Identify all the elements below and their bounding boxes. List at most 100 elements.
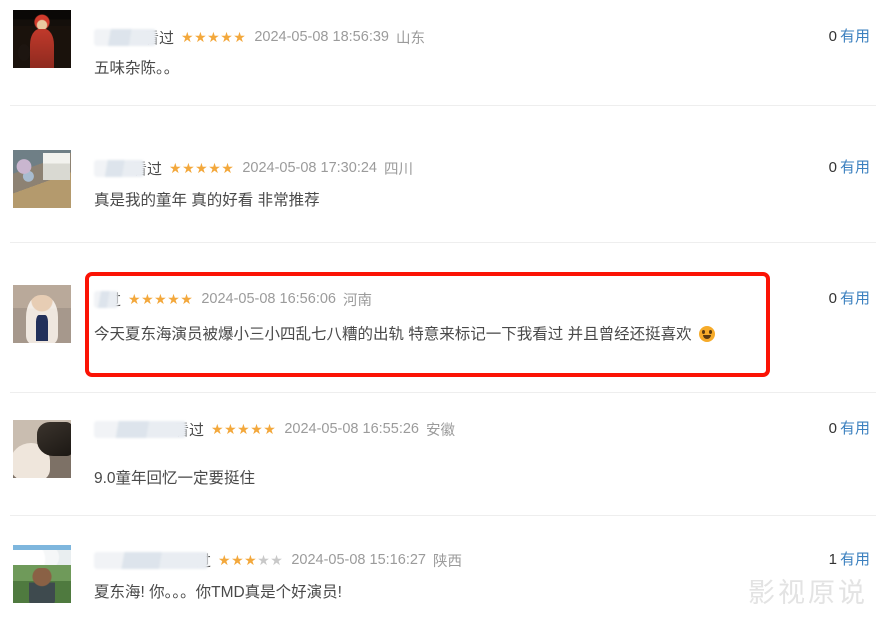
star-filled-icon: ★ — [250, 421, 264, 437]
comment-row[interactable]: 看过 ★★★★★ 2024-05-08 17:30:24 四川 真是我的童年 真的好看 … — [0, 140, 886, 212]
star-empty-icon: ★ — [270, 552, 284, 568]
useful-label[interactable]: 有用 — [840, 290, 870, 307]
comment-region: 四川 — [383, 161, 413, 178]
indoor-scene-avatar — [13, 150, 71, 208]
comment-row[interactable]: 看过 ★★★★★ 2024-05-08 16:55:26 安徽 9.0童年回忆一定要挺住… — [0, 410, 886, 490]
useful-vote[interactable]: 0 有用 — [829, 26, 870, 48]
star-filled-icon: ★ — [244, 552, 258, 568]
star-filled-icon: ★ — [167, 291, 181, 307]
comment-content: 看过 ★★★★★ 2024-05-08 17:30:24 四川 真是我的童年 真的好看 … — [0, 140, 886, 212]
comment-body: 看过 ★★★★★ 2024-05-08 17:30:24 四川 真是我的童年 真的好看 … — [71, 140, 886, 212]
comment-text: 今天夏东海演员被爆小三小四乱七八糟的出轨 特意来标记一下我看过 并且曾经还挺喜欢 — [94, 324, 880, 346]
useful-label[interactable]: 有用 — [840, 420, 870, 437]
star-filled-icon: ★ — [211, 421, 225, 437]
smiley-face-emoji-icon — [698, 326, 715, 342]
row-separator — [10, 105, 876, 106]
star-filled-icon: ★ — [154, 291, 168, 307]
star-filled-icon: ★ — [182, 160, 196, 176]
username-redacted[interactable] — [94, 159, 144, 177]
star-filled-icon: ★ — [169, 160, 183, 176]
star-filled-icon: ★ — [180, 291, 194, 307]
comment-timestamp: 2024-05-08 16:56:06 — [201, 291, 336, 307]
star-filled-icon: ★ — [218, 552, 232, 568]
comment-content: 看过 ★★★★★ 2024-05-08 16:55:26 安徽 9.0童年回忆一定要挺住… — [0, 410, 886, 490]
star-rating: ★★★★★ — [169, 161, 234, 175]
comment-content: 看过 ★★★★★ 2024-05-08 18:56:39 山东 五味杂陈。。 0 有用 — [0, 10, 886, 80]
star-rating: ★★★★★ — [211, 422, 276, 436]
avatar[interactable] — [13, 150, 71, 208]
star-empty-icon: ★ — [257, 552, 271, 568]
star-filled-icon: ★ — [194, 29, 208, 45]
comment-meta: 过★★★★★2024-05-08 16:56:06河南 — [94, 288, 880, 310]
useful-label[interactable]: 有用 — [840, 159, 870, 176]
comment-text: 五味杂陈。。 — [94, 58, 880, 80]
comment-body: 过★★★★★2024-05-08 16:56:06河南今天夏东海演员被爆小三小四… — [71, 275, 886, 346]
star-filled-icon: ★ — [141, 291, 155, 307]
comment-region: 陕西 — [432, 553, 462, 570]
useful-vote[interactable]: 0 有用 — [829, 288, 870, 310]
star-rating: ★★★★★ — [181, 30, 246, 44]
useful-count: 0 — [828, 420, 837, 437]
comment-text-content: 夏东海! 你。。。你TMD真是个好演员! — [94, 584, 342, 601]
hand-object-avatar — [13, 420, 71, 478]
star-filled-icon: ★ — [237, 421, 251, 437]
comment-region: 河南 — [342, 292, 372, 309]
star-filled-icon: ★ — [224, 421, 238, 437]
star-filled-icon: ★ — [231, 552, 245, 568]
comment-text: 真是我的童年 真的好看 非常推荐 — [94, 190, 880, 212]
comment-body: 看过 ★★★★★ 2024-05-08 18:56:39 山东 五味杂陈。。 — [71, 10, 886, 80]
comment-timestamp: 2024-05-08 15:16:27 — [291, 552, 426, 568]
useful-label[interactable]: 有用 — [840, 551, 870, 568]
comment-content: 过★★★★★2024-05-08 16:56:06河南今天夏东海演员被爆小三小四… — [0, 275, 886, 346]
star-filled-icon: ★ — [263, 421, 277, 437]
comment-region: 安徽 — [425, 422, 455, 439]
star-rating: ★★★★★ — [218, 553, 283, 567]
avatar[interactable] — [13, 285, 71, 343]
star-rating: ★★★★★ — [128, 292, 193, 306]
comment-text-content: 真是我的童年 真的好看 非常推荐 — [94, 192, 320, 209]
mountain-selfie-avatar — [13, 545, 71, 603]
comment-timestamp: 2024-05-08 18:56:39 — [254, 29, 389, 45]
star-filled-icon: ★ — [208, 160, 222, 176]
avatar[interactable] — [13, 10, 71, 68]
comment-region: 山东 — [395, 30, 425, 47]
comment-text-content: 今天夏东海演员被爆小三小四乱七八糟的出轨 特意来标记一下我看过 并且曾经还挺喜欢 — [94, 326, 692, 343]
comment-body: 看过 ★★★★★ 2024-05-08 16:55:26 安徽 9.0童年回忆一定要挺住 — [71, 410, 886, 490]
comment-row[interactable]: 看过 ★★★★★ 2024-05-08 18:56:39 山东 五味杂陈。。 0 有用 — [0, 10, 886, 80]
comment-text: 9.0童年回忆一定要挺住 — [94, 468, 880, 490]
comment-text-content: 9.0童年回忆一定要挺住 — [94, 470, 256, 487]
star-filled-icon: ★ — [233, 29, 247, 45]
useful-count: 0 — [828, 290, 837, 307]
useful-label[interactable]: 有用 — [840, 28, 870, 45]
row-separator — [10, 515, 876, 516]
comment-meta: 看过 ★★★★★ 2024-05-08 18:56:39 山东 — [94, 26, 880, 48]
useful-vote[interactable]: 1 有用 — [829, 549, 870, 571]
row-separator — [10, 392, 876, 393]
useful-vote[interactable]: 0 有用 — [829, 157, 870, 179]
avatar[interactable] — [13, 545, 71, 603]
star-filled-icon: ★ — [221, 160, 235, 176]
comment-meta: 看过 ★★★★★ 2024-05-08 17:30:24 四川 — [94, 157, 880, 179]
comment-timestamp: 2024-05-08 17:30:24 — [242, 160, 377, 176]
useful-vote[interactable]: 0 有用 — [829, 418, 870, 440]
star-filled-icon: ★ — [220, 29, 234, 45]
useful-count: 1 — [828, 551, 837, 568]
comment-timestamp: 2024-05-08 16:55:26 — [284, 421, 419, 437]
star-filled-icon: ★ — [207, 29, 221, 45]
comment-meta: 看过 ★★★★★ 2024-05-08 16:55:26 安徽 — [94, 418, 880, 440]
username-redacted[interactable] — [94, 551, 208, 569]
username-redacted[interactable] — [94, 28, 156, 46]
username-redacted[interactable] — [94, 420, 186, 438]
avatar[interactable] — [13, 420, 71, 478]
star-filled-icon: ★ — [181, 29, 195, 45]
stage-red-costume-avatar — [13, 10, 71, 68]
comment-text-content: 五味杂陈。。 — [94, 60, 180, 77]
useful-count: 0 — [828, 28, 837, 45]
row-separator — [10, 242, 876, 243]
comment-row[interactable]: 过★★★★★2024-05-08 16:56:06河南今天夏东海演员被爆小三小四… — [0, 275, 886, 346]
white-fur-portrait-avatar — [13, 285, 71, 343]
star-filled-icon: ★ — [128, 291, 142, 307]
watermark: 影视原说 — [748, 578, 868, 609]
comment-meta: 过★★★★★2024-05-08 15:16:27陕西 — [94, 549, 880, 571]
username-redacted[interactable] — [94, 290, 118, 308]
